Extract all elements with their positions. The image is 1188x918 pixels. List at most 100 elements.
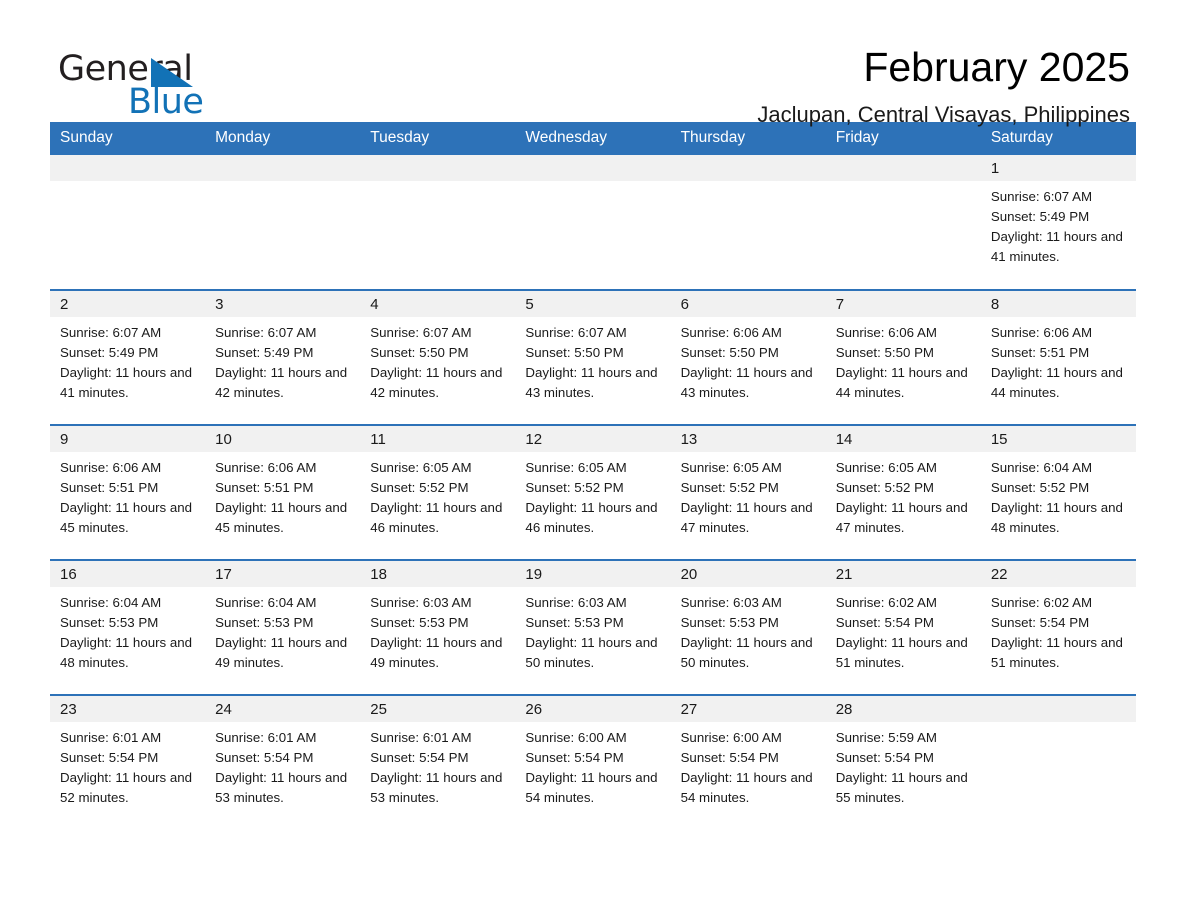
day-number: 4 <box>360 291 516 317</box>
sunset-text: Sunset: 5:50 PM <box>525 345 624 360</box>
day-sun-info: Sunrise: 6:03 AM Sunset: 5:53 PM Daylight:… <box>515 587 670 673</box>
sunset-text: Sunset: 5:53 PM <box>60 615 159 630</box>
day-sun-info: Sunrise: 6:04 AM Sunset: 5:52 PM Daylight:… <box>981 452 1136 538</box>
calendar-day-cell[interactable]: 18 Sunrise: 6:03 AM Sunset: 5:53 PM Dayligh… <box>360 559 516 695</box>
sunrise-text: Sunrise: 6:07 AM <box>215 325 317 340</box>
calendar-day-cell[interactable]: 25 Sunrise: 6:01 AM Sunset: 5:54 PM Dayligh… <box>360 694 516 830</box>
day-sun-info: Sunrise: 6:01 AM Sunset: 5:54 PM Daylight:… <box>50 722 205 808</box>
calendar-day-cell[interactable]: 13 Sunrise: 6:05 AM Sunset: 5:52 PM Dayligh… <box>670 424 826 560</box>
sunset-text: Sunset: 5:52 PM <box>680 480 779 495</box>
daylight-text: Daylight: 11 hours and 49 minutes. <box>370 635 503 670</box>
day-number: 23 <box>50 696 206 722</box>
day-sun-info: Sunrise: 6:00 AM Sunset: 5:54 PM Daylight:… <box>671 722 826 808</box>
weekday-header-wednesday: Wednesday <box>515 122 671 155</box>
day-number: 24 <box>205 696 361 722</box>
day-sun-info: Sunrise: 6:05 AM Sunset: 5:52 PM Daylight:… <box>826 452 981 538</box>
daylight-text: Daylight: 11 hours and 42 minutes. <box>370 365 503 400</box>
sunset-text: Sunset: 5:49 PM <box>215 345 314 360</box>
daylight-text: Daylight: 11 hours and 53 minutes. <box>370 770 503 805</box>
sunset-text: Sunset: 5:52 PM <box>370 480 469 495</box>
daylight-text: Daylight: 11 hours and 48 minutes. <box>990 500 1123 535</box>
calendar-day-cell[interactable]: 15 Sunrise: 6:04 AM Sunset: 5:52 PM Dayligh… <box>980 424 1136 560</box>
calendar-day-cell[interactable]: 2 Sunrise: 6:07 AM Sunset: 5:49 PM Daylight… <box>50 289 206 425</box>
calendar-day-cell[interactable]: 6 Sunrise: 6:06 AM Sunset: 5:50 PM Daylight… <box>670 289 826 425</box>
day-number: 22 <box>980 561 1136 587</box>
sunset-text: Sunset: 5:54 PM <box>680 750 779 765</box>
sunset-text: Sunset: 5:49 PM <box>60 345 159 360</box>
calendar-day-cell[interactable]: 26 Sunrise: 6:00 AM Sunset: 5:54 PM Dayligh… <box>515 694 671 830</box>
calendar-day-cell[interactable]: 24 Sunrise: 6:01 AM Sunset: 5:54 PM Dayligh… <box>205 694 361 830</box>
calendar-day-cell[interactable]: 22 Sunrise: 6:02 AM Sunset: 5:54 PM Dayligh… <box>980 559 1136 695</box>
calendar-day-cell[interactable]: 23 Sunrise: 6:01 AM Sunset: 5:54 PM Dayligh… <box>50 694 206 830</box>
day-sun-info: Sunrise: 6:05 AM Sunset: 5:52 PM Daylight:… <box>671 452 826 538</box>
calendar-day-cell[interactable]: 1 Sunrise: 6:07 AM Sunset: 5:49 PM Daylight… <box>980 155 1136 290</box>
logo-text-blue: Blue <box>128 82 204 122</box>
day-number: 20 <box>670 561 826 587</box>
calendar-week-row: 2 Sunrise: 6:07 AM Sunset: 5:49 PM Daylight… <box>50 289 1136 425</box>
day-sun-info: Sunrise: 6:06 AM Sunset: 5:51 PM Daylight:… <box>205 452 360 538</box>
day-sun-info: Sunrise: 6:00 AM Sunset: 5:54 PM Daylight:… <box>515 722 670 808</box>
daylight-text: Daylight: 11 hours and 42 minutes. <box>215 365 348 400</box>
calendar-week-row: 23 Sunrise: 6:01 AM Sunset: 5:54 PM Dayligh… <box>50 694 1136 830</box>
day-number <box>980 696 1136 722</box>
day-number: 27 <box>670 696 826 722</box>
calendar-day-cell[interactable]: 14 Sunrise: 6:05 AM Sunset: 5:52 PM Dayligh… <box>825 424 981 560</box>
day-sun-info: Sunrise: 6:01 AM Sunset: 5:54 PM Daylight:… <box>360 722 515 808</box>
calendar-day-cell[interactable]: 16 Sunrise: 6:04 AM Sunset: 5:53 PM Dayligh… <box>50 559 206 695</box>
sunrise-text: Sunrise: 6:07 AM <box>990 189 1093 204</box>
day-sun-info: Sunrise: 5:59 AM Sunset: 5:54 PM Daylight:… <box>826 722 981 808</box>
day-number: 8 <box>980 291 1136 317</box>
sunrise-text: Sunrise: 6:04 AM <box>215 595 317 610</box>
calendar-day-cell[interactable]: 11 Sunrise: 6:05 AM Sunset: 5:52 PM Dayligh… <box>360 424 516 560</box>
daylight-text: Daylight: 11 hours and 44 minutes. <box>835 365 968 400</box>
sunrise-sunset-calendar: Sunday Monday Tuesday Wednesday Thursday… <box>50 122 1136 830</box>
day-sun-info: Sunrise: 6:05 AM Sunset: 5:52 PM Daylight:… <box>515 452 670 538</box>
page-header: General Blue February 2025 Jaclupan, Cen… <box>0 0 1188 126</box>
sunrise-text: Sunrise: 6:05 AM <box>680 460 782 475</box>
calendar-day-cell[interactable]: 3 Sunrise: 6:07 AM Sunset: 5:49 PM Daylight… <box>205 289 361 425</box>
day-sun-info: Sunrise: 6:05 AM Sunset: 5:52 PM Daylight:… <box>360 452 515 538</box>
day-number: 14 <box>825 426 981 452</box>
sunset-text: Sunset: 5:49 PM <box>990 209 1090 224</box>
sunset-text: Sunset: 5:50 PM <box>835 345 935 360</box>
sunrise-text: Sunrise: 6:05 AM <box>835 460 937 475</box>
calendar-day-cell-empty <box>825 155 981 290</box>
daylight-text: Daylight: 11 hours and 52 minutes. <box>60 770 193 805</box>
day-sun-info: Sunrise: 6:07 AM Sunset: 5:49 PM Daylight:… <box>205 317 360 403</box>
generalblue-logo[interactable]: General Blue <box>58 46 238 120</box>
day-sun-info: Sunrise: 6:06 AM Sunset: 5:50 PM Daylight:… <box>671 317 826 403</box>
day-sun-info: Sunrise: 6:04 AM Sunset: 5:53 PM Daylight:… <box>205 587 360 673</box>
calendar-day-cell[interactable]: 20 Sunrise: 6:03 AM Sunset: 5:53 PM Dayligh… <box>670 559 826 695</box>
calendar-day-cell[interactable]: 8 Sunrise: 6:06 AM Sunset: 5:51 PM Daylight… <box>980 289 1136 425</box>
calendar-day-cell[interactable]: 4 Sunrise: 6:07 AM Sunset: 5:50 PM Daylight… <box>360 289 516 425</box>
sunrise-text: Sunrise: 6:00 AM <box>525 730 627 745</box>
sunrise-text: Sunrise: 6:01 AM <box>215 730 317 745</box>
sunset-text: Sunset: 5:54 PM <box>60 750 159 765</box>
day-sun-info: Sunrise: 6:07 AM Sunset: 5:49 PM Daylight:… <box>50 317 205 403</box>
calendar-day-cell[interactable]: 5 Sunrise: 6:07 AM Sunset: 5:50 PM Daylight… <box>515 289 671 425</box>
day-number: 21 <box>825 561 981 587</box>
daylight-text: Daylight: 11 hours and 50 minutes. <box>680 635 813 670</box>
calendar-day-cell[interactable]: 12 Sunrise: 6:05 AM Sunset: 5:52 PM Dayligh… <box>515 424 671 560</box>
day-sun-info: Sunrise: 6:02 AM Sunset: 5:54 PM Daylight:… <box>826 587 981 673</box>
calendar-day-cell[interactable]: 21 Sunrise: 6:02 AM Sunset: 5:54 PM Dayligh… <box>825 559 981 695</box>
calendar-day-cell[interactable]: 28 Sunrise: 5:59 AM Sunset: 5:54 PM Dayligh… <box>825 694 981 830</box>
sunrise-text: Sunrise: 5:59 AM <box>835 730 937 745</box>
sunrise-text: Sunrise: 6:07 AM <box>525 325 627 340</box>
daylight-text: Daylight: 11 hours and 45 minutes. <box>215 500 348 535</box>
calendar-day-cell[interactable]: 10 Sunrise: 6:06 AM Sunset: 5:51 PM Dayligh… <box>205 424 361 560</box>
calendar-day-cell[interactable]: 7 Sunrise: 6:06 AM Sunset: 5:50 PM Daylight… <box>825 289 981 425</box>
calendar-day-cell[interactable]: 17 Sunrise: 6:04 AM Sunset: 5:53 PM Dayligh… <box>205 559 361 695</box>
calendar-day-cell[interactable]: 27 Sunrise: 6:00 AM Sunset: 5:54 PM Dayligh… <box>670 694 826 830</box>
sunrise-text: Sunrise: 6:01 AM <box>60 730 162 745</box>
sunrise-text: Sunrise: 6:03 AM <box>680 595 782 610</box>
day-number: 7 <box>825 291 981 317</box>
sunrise-text: Sunrise: 6:01 AM <box>370 730 472 745</box>
sunset-text: Sunset: 5:53 PM <box>525 615 624 630</box>
calendar-day-cell[interactable]: 9 Sunrise: 6:06 AM Sunset: 5:51 PM Daylight… <box>50 424 206 560</box>
sunrise-text: Sunrise: 6:06 AM <box>215 460 317 475</box>
sunset-text: Sunset: 5:54 PM <box>990 615 1090 630</box>
calendar-day-cell[interactable]: 19 Sunrise: 6:03 AM Sunset: 5:53 PM Dayligh… <box>515 559 671 695</box>
day-number <box>825 155 981 181</box>
day-number <box>360 155 516 181</box>
